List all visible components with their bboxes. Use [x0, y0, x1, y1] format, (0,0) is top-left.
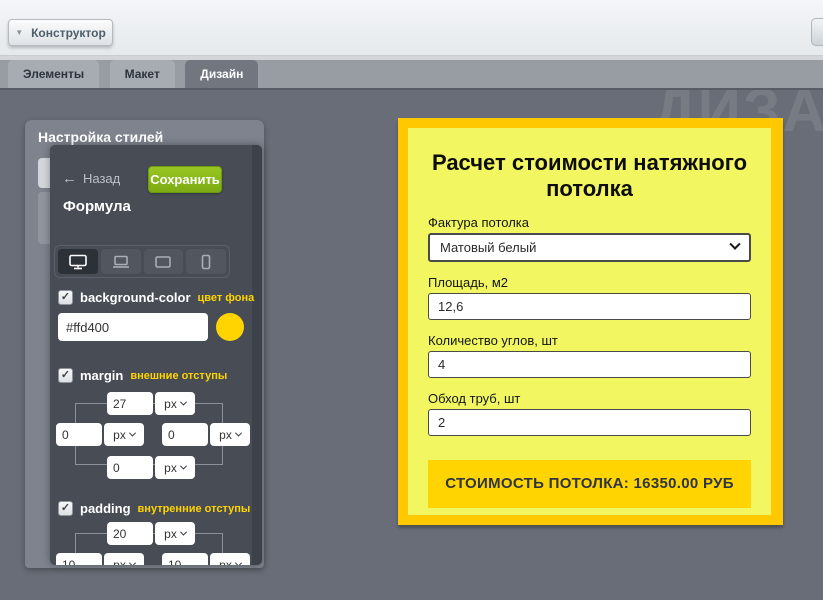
constructor-menu-button[interactable]: ▼ Конструктор: [8, 19, 113, 46]
bgcolor-checkbox[interactable]: ✓: [58, 290, 73, 305]
margin-right-pair: px: [162, 423, 250, 446]
corners-input[interactable]: [428, 351, 751, 378]
padding-top-input[interactable]: [107, 522, 153, 545]
field-label: Обход труб, шт: [428, 391, 751, 406]
unit-label: px: [164, 461, 177, 475]
padding-checkbox[interactable]: ✓: [58, 501, 73, 516]
field-texture: Фактура потолка Матовый белый: [428, 215, 751, 262]
padding-left-input[interactable]: [56, 553, 102, 565]
tab-design[interactable]: Дизайн: [185, 60, 258, 88]
margin-property-name: margin: [80, 368, 123, 383]
margin-right-input[interactable]: [162, 423, 208, 446]
style-settings-panel: Настройка стилей ← Назад Сохранить Форму…: [25, 120, 264, 568]
tab-elements[interactable]: Элементы: [8, 60, 99, 88]
margin-top-pair: px: [107, 392, 195, 415]
chevron-down-icon: [129, 560, 136, 565]
margin-property-row: ✓ margin внешние отступы: [58, 368, 227, 383]
margin-top-unit-select[interactable]: px: [155, 392, 195, 415]
chevron-down-icon: [180, 529, 187, 536]
margin-left-input[interactable]: [56, 423, 102, 446]
device-phone-button[interactable]: [186, 249, 226, 274]
tab-bar: Элементы Макет Дизайн: [0, 56, 823, 88]
chevron-down-icon: [129, 430, 136, 437]
area-input[interactable]: [428, 293, 751, 320]
margin-bottom-input[interactable]: [107, 456, 153, 479]
device-desktop-button[interactable]: [58, 249, 98, 274]
device-tablet-button[interactable]: [144, 249, 184, 274]
padding-right-input[interactable]: [162, 553, 208, 565]
chevron-down-icon: [729, 239, 740, 250]
padding-left-pair: px: [56, 553, 144, 565]
margin-left-unit-select[interactable]: px: [104, 423, 144, 446]
constructor-button-label: Конструктор: [31, 26, 106, 40]
back-button[interactable]: ← Назад: [62, 170, 120, 187]
panel-title: Настройка стилей: [25, 120, 264, 145]
unit-label: px: [164, 527, 177, 541]
unit-label: px: [164, 397, 177, 411]
dropdown-arrow-icon: ▼: [15, 28, 23, 37]
padding-right-unit-select[interactable]: px: [210, 553, 250, 565]
padding-left-unit-select[interactable]: px: [104, 553, 144, 565]
calculator-widget[interactable]: Расчет стоимости натяжного потолка Факту…: [398, 118, 783, 525]
margin-left-pair: px: [56, 423, 144, 446]
device-laptop-button[interactable]: [101, 249, 141, 274]
field-pipes: Обход труб, шт: [428, 391, 751, 436]
top-bar: ▼ Конструктор: [0, 0, 823, 56]
field-label: Фактура потолка: [428, 215, 751, 230]
desktop-monitor-icon: [68, 254, 88, 270]
color-swatch[interactable]: [216, 313, 244, 341]
chevron-down-icon: [180, 399, 187, 406]
chevron-down-icon: [235, 430, 242, 437]
form-title: Расчет стоимости натяжного потолка: [428, 150, 751, 202]
workspace: ДИЗАЙН Настройка стилей ← Назад Сохранит…: [0, 88, 823, 600]
unit-label: px: [113, 558, 126, 566]
margin-property-hint: внешние отступы: [130, 370, 227, 382]
chevron-down-icon: [180, 463, 187, 470]
field-area: Площадь, м2: [428, 275, 751, 320]
field-label: Количество углов, шт: [428, 333, 751, 348]
padding-right-pair: px: [162, 553, 250, 565]
padding-property-hint: внутренние отступы: [138, 503, 251, 515]
margin-top-input[interactable]: [107, 392, 153, 415]
style-editor-panel: ← Назад Сохранить Формула: [50, 145, 262, 565]
bgcolor-property-name: background-color: [80, 290, 191, 305]
price-result-bar: СТОИМОСТЬ ПОТОЛКА: 16350.00 РУБ: [428, 460, 751, 508]
save-button[interactable]: Сохранить: [148, 166, 222, 193]
unit-label: px: [219, 558, 232, 566]
top-right-clipped-button[interactable]: [811, 18, 823, 46]
bgcolor-hex-input[interactable]: [58, 313, 208, 341]
chevron-down-icon: [235, 560, 242, 565]
back-button-label: Назад: [83, 171, 120, 186]
unit-label: px: [219, 428, 232, 442]
padding-top-unit-select[interactable]: px: [155, 522, 195, 545]
margin-bottom-unit-select[interactable]: px: [155, 456, 195, 479]
app-window: ▼ Конструктор Элементы Макет Дизайн ДИЗА…: [0, 0, 823, 600]
phone-icon: [196, 254, 216, 270]
texture-select-value: Матовый белый: [440, 240, 731, 255]
bgcolor-property-hint: цвет фона: [198, 292, 255, 304]
texture-select[interactable]: Матовый белый: [428, 233, 751, 262]
margin-checkbox[interactable]: ✓: [58, 368, 73, 383]
device-switcher: [54, 245, 230, 278]
bgcolor-property-row: ✓ background-color цвет фона: [58, 290, 254, 305]
panel-scrollbar[interactable]: [252, 145, 262, 565]
field-label: Площадь, м2: [428, 275, 751, 290]
padding-property-name: padding: [80, 501, 131, 516]
unit-label: px: [113, 428, 126, 442]
margin-right-unit-select[interactable]: px: [210, 423, 250, 446]
section-title: Формула: [63, 198, 131, 215]
pipes-input[interactable]: [428, 409, 751, 436]
laptop-icon: [111, 254, 131, 270]
tablet-icon: [153, 254, 173, 270]
tab-layout[interactable]: Макет: [110, 60, 175, 88]
padding-property-row: ✓ padding внутренние отступы: [58, 501, 250, 516]
margin-bottom-pair: px: [107, 456, 195, 479]
field-corners: Количество углов, шт: [428, 333, 751, 378]
padding-top-pair: px: [107, 522, 195, 545]
calculator-form: Расчет стоимости натяжного потолка Факту…: [408, 128, 771, 515]
back-arrow-icon: ←: [62, 170, 77, 187]
